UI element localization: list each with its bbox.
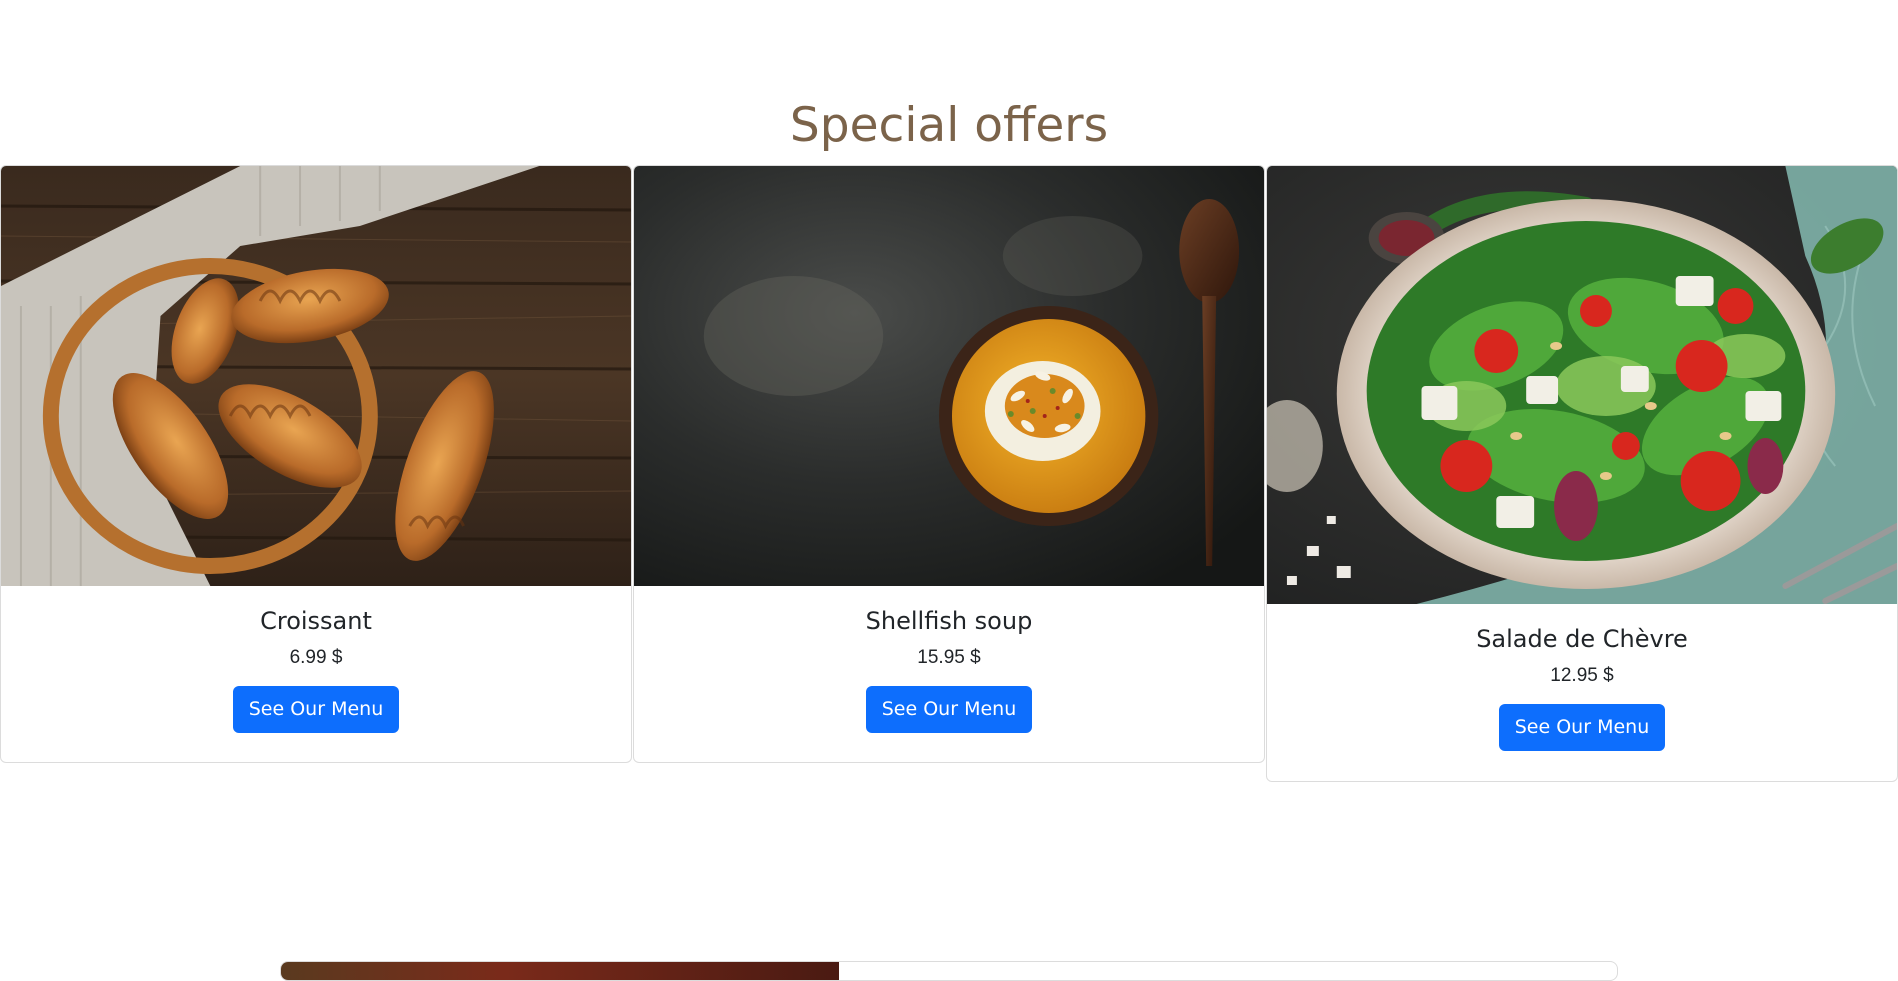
next-section-image bbox=[281, 962, 839, 980]
offer-name: Croissant bbox=[260, 607, 372, 635]
offer-name: Salade de Chèvre bbox=[1476, 625, 1688, 653]
croissant-image bbox=[1, 166, 631, 586]
soup-image bbox=[634, 166, 1264, 586]
offer-price: 6.99 $ bbox=[289, 647, 343, 668]
offer-card-shellfish-soup: Shellfish soup 15.95 $ See Our Menu bbox=[633, 165, 1265, 763]
see-our-menu-button[interactable]: See Our Menu bbox=[1498, 704, 1666, 751]
next-section-card bbox=[280, 961, 1618, 981]
card-body: Croissant 6.99 $ See Our Menu bbox=[1, 586, 631, 733]
salad-image bbox=[1267, 166, 1897, 604]
card-body: Shellfish soup 15.95 $ See Our Menu bbox=[634, 586, 1264, 733]
see-our-menu-button[interactable]: See Our Menu bbox=[865, 686, 1033, 733]
offer-price: 12.95 $ bbox=[1550, 665, 1614, 686]
offer-price: 15.95 $ bbox=[917, 647, 981, 668]
offer-name: Shellfish soup bbox=[865, 607, 1033, 635]
see-our-menu-button[interactable]: See Our Menu bbox=[232, 686, 400, 733]
offer-card-salade-de-chevre: Salade de Chèvre 12.95 $ See Our Menu bbox=[1266, 165, 1898, 782]
offer-card-croissant: Croissant 6.99 $ See Our Menu bbox=[0, 165, 632, 763]
section-title: Special offers bbox=[789, 98, 1109, 153]
card-body: Salade de Chèvre 12.95 $ See Our Menu bbox=[1267, 604, 1897, 751]
